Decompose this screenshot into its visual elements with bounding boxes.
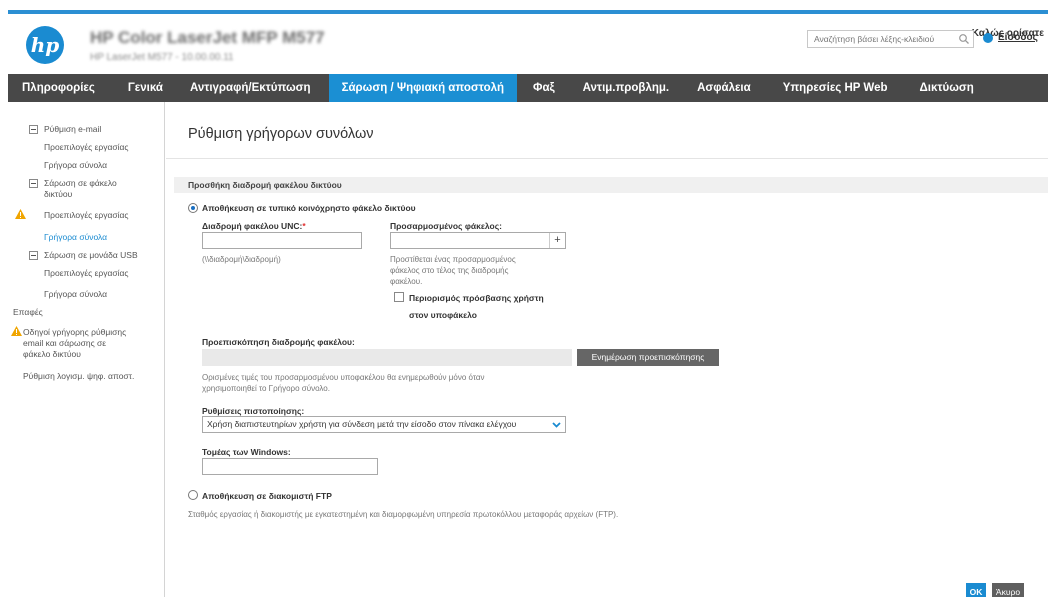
sidebar-item-email-job-defaults[interactable]: Προεπιλογές εργασίας — [44, 142, 129, 153]
hp-logo: hp — [26, 26, 64, 64]
preview-path-label: Προεπισκόπηση διαδρομής φακέλου: — [202, 337, 355, 347]
sidebar-item-digital-send-software[interactable]: Ρύθμιση λογισμ. ψηφ. αποστ. — [23, 371, 134, 382]
unc-path-label: Διαδρομή φακέλου UNC:* — [202, 221, 306, 231]
preview-hint-1: Ορισμένες τιμές του προσαρμοσμένου υποφα… — [202, 373, 485, 382]
section-title: Προσθήκη διαδρομή φακέλου δικτύου — [188, 180, 342, 190]
main-navigation: Πληροφορίες Γενικά Αντιγραφή/Εκτύπωση Σά… — [8, 74, 1048, 102]
tab-hp-web-services[interactable]: Υπηρεσίες HP Web — [767, 74, 904, 102]
custom-folder-hint-3: φακέλου. — [390, 277, 423, 286]
required-marker: * — [302, 221, 306, 231]
collapse-usb-icon[interactable] — [29, 251, 38, 260]
tab-security[interactable]: Ασφάλεια — [681, 74, 767, 102]
unc-path-field[interactable] — [202, 232, 362, 249]
tab-information[interactable]: Πληροφορίες — [8, 74, 117, 102]
tab-troubleshooting[interactable]: Αντιμ.προβλημ. — [571, 74, 681, 102]
search-icon[interactable] — [958, 33, 970, 45]
sidebar-item-folder-job-defaults[interactable]: Προεπιλογές εργασίας — [44, 210, 129, 221]
title-divider — [166, 158, 1048, 159]
chevron-down-icon — [552, 422, 561, 428]
device-name: HP Color LaserJet MFP M577 — [90, 28, 325, 47]
warning-icon — [11, 326, 22, 336]
sidebar-item-contacts[interactable]: Επαφές — [13, 307, 43, 318]
cancel-button[interactable]: Άκυρο — [992, 583, 1024, 597]
auth-settings-label: Ρυθμίσεις πιστοποίησης: — [202, 406, 305, 416]
preview-path-field — [202, 349, 572, 366]
add-custom-folder-button[interactable]: + — [549, 233, 565, 248]
custom-folder-input[interactable] — [391, 233, 549, 248]
preview-hint-2: χρησιμοποιηθεί το Γρήγορο σύνολο. — [202, 384, 330, 393]
device-subtitle: HP LaserJet M577 - 10.00.00.11 — [90, 52, 234, 63]
tab-general[interactable]: Γενικά — [117, 74, 179, 102]
ftp-hint: Σταθμός εργασίας ή διακομιστής με εγκατε… — [188, 510, 619, 519]
tab-networking[interactable]: Δικτύωση — [904, 74, 990, 102]
ok-button[interactable]: OK — [966, 583, 986, 597]
sidebar-item-email-quick-sets[interactable]: Γρήγορα σύνολα — [44, 160, 107, 171]
radio-shared-folder[interactable] — [188, 203, 198, 213]
search-input[interactable] — [808, 31, 958, 47]
update-preview-button[interactable]: Ενημέρωση προεπισκόπησης — [577, 349, 719, 366]
custom-folder-field[interactable]: + — [390, 232, 566, 249]
tab-scan-digital-send[interactable]: Σάρωση / Ψηφιακή αποστολή — [328, 74, 518, 102]
sign-in-icon — [983, 33, 993, 43]
restrict-access-label-cont: στον υποφάκελο — [409, 310, 477, 320]
collapse-network-folder-icon[interactable] — [29, 179, 38, 188]
radio-ftp-server-label: Αποθήκευση σε διακομιστή FTP — [202, 491, 332, 501]
custom-folder-hint-2: φάκελος στο τέλος της διαδρομής — [390, 266, 509, 275]
sidebar-item-quick-setup-guides-cont[interactable]: email και σάρωσης σε — [23, 338, 106, 349]
sidebar: Ρύθμιση e-mail Προεπιλογές εργασίας Γρήγ… — [8, 102, 165, 597]
tab-fax[interactable]: Φαξ — [517, 74, 571, 102]
unc-path-hint: (\\διαδρομή\διαδρομή) — [202, 255, 281, 264]
unc-path-label-text: Διαδρομή φακέλου UNC: — [202, 221, 303, 231]
auth-settings-select[interactable]: Χρήση διαπιστευτηρίων χρήστη για σύνδεση… — [202, 416, 566, 433]
sign-in-link[interactable]: Είσοδος — [998, 32, 1038, 43]
sidebar-item-usb-quick-sets[interactable]: Γρήγορα σύνολα — [44, 289, 107, 300]
sidebar-item-quick-setup-guides-cont2[interactable]: φάκελο δικτύου — [23, 349, 81, 360]
page-title: Ρύθμιση γρήγορων συνόλων — [188, 126, 374, 142]
sidebar-item-quick-setup-guides[interactable]: Οδηγοί γρήγορης ρύθμισης — [23, 327, 126, 338]
sidebar-item-scan-network-folder[interactable]: Σάρωση σε φάκελο — [44, 178, 117, 189]
sidebar-item-scan-usb[interactable]: Σάρωση σε μονάδα USB — [44, 250, 138, 261]
sidebar-item-email-setup[interactable]: Ρύθμιση e-mail — [44, 124, 101, 135]
sidebar-item-scan-network-folder-cont[interactable]: δικτύου — [44, 189, 72, 200]
tab-copy-print[interactable]: Αντιγραφή/Εκτύπωση — [179, 74, 329, 102]
restrict-access-label: Περιορισμός πρόσβασης χρήστη — [409, 293, 544, 303]
radio-ftp-server[interactable] — [188, 490, 198, 500]
collapse-email-icon[interactable] — [29, 125, 38, 134]
sidebar-item-folder-quick-sets[interactable]: Γρήγορα σύνολα — [44, 232, 107, 243]
unc-path-input[interactable] — [203, 233, 361, 248]
windows-domain-label: Τομέας των Windows: — [202, 447, 291, 457]
warning-icon — [15, 209, 26, 219]
main-content: Ρύθμιση γρήγορων συνόλων Προσθήκη διαδρο… — [166, 102, 1048, 597]
windows-domain-field[interactable] — [202, 458, 378, 475]
search-box — [807, 30, 974, 48]
custom-folder-hint-1: Προστίθεται ένας προσαρμοσμένος — [390, 255, 516, 264]
auth-settings-value: Χρήση διαπιστευτηρίων χρήστη για σύνδεση… — [207, 419, 517, 429]
windows-domain-input[interactable] — [203, 459, 377, 474]
radio-shared-folder-label: Αποθήκευση σε τυπικό κοινόχρηστο φάκελο … — [202, 203, 416, 213]
restrict-access-checkbox[interactable] — [394, 292, 404, 302]
custom-folder-label: Προσαρμοσμένος φάκελος: — [390, 221, 502, 231]
sidebar-item-usb-job-defaults[interactable]: Προεπιλογές εργασίας — [44, 268, 129, 279]
